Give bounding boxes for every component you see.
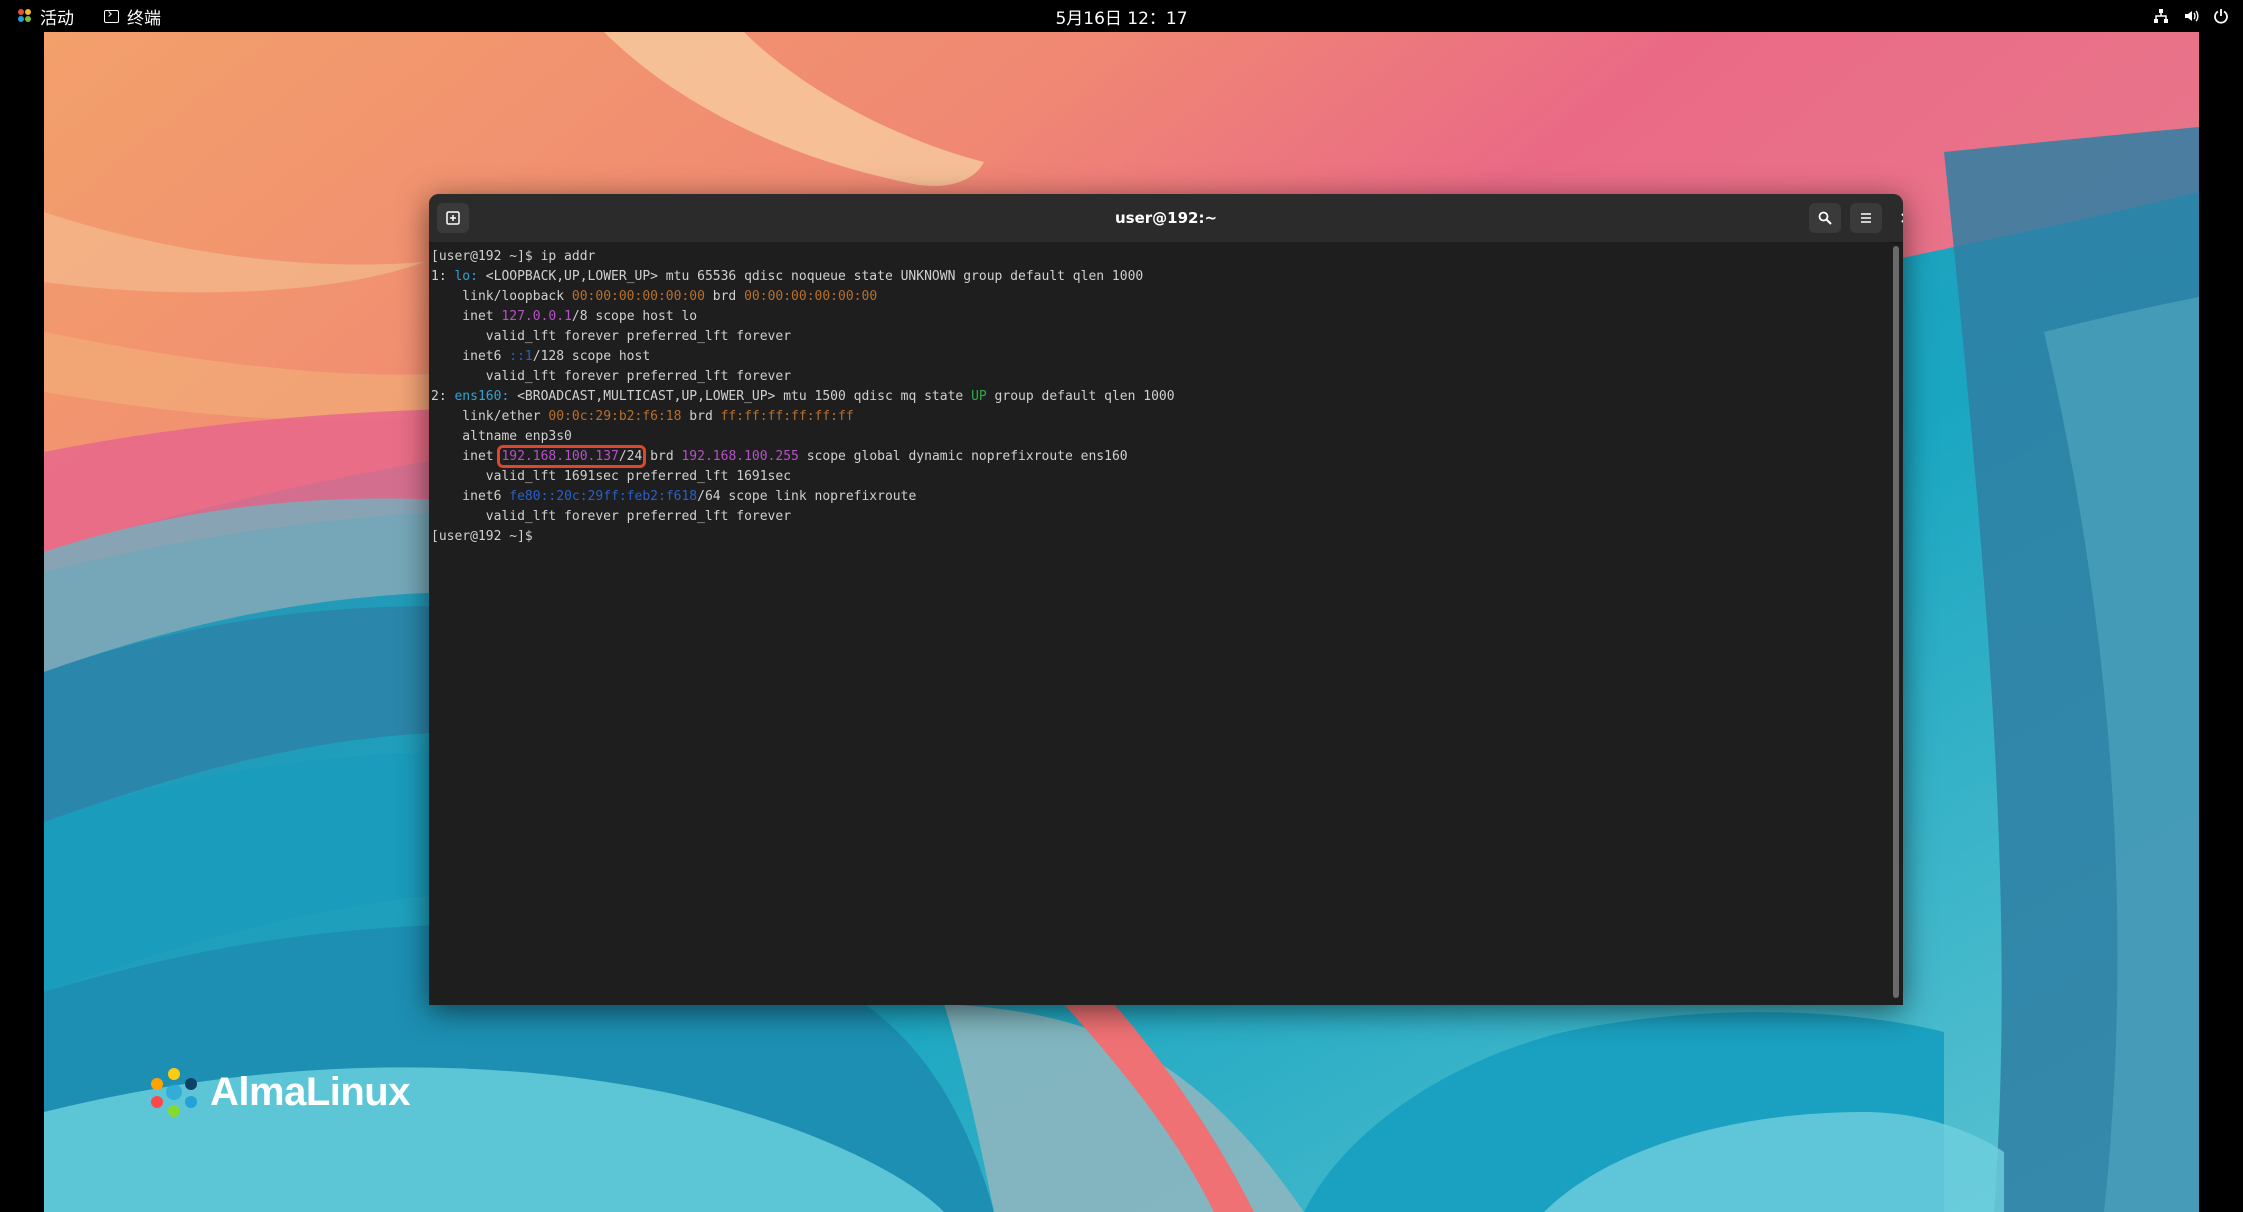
- terminal-line: 2: ens160: <BROADCAST,MULTICAST,UP,LOWER…: [431, 387, 1889, 407]
- search-button[interactable]: [1809, 203, 1841, 233]
- terminal-line: valid_lft forever preferred_lft forever: [431, 507, 1889, 527]
- terminal-text-segment: inet: [431, 309, 502, 324]
- volume-icon[interactable]: [2183, 8, 2199, 24]
- almalinux-logo-icon: [151, 1068, 197, 1117]
- terminal-output[interactable]: [user@192 ~]$ ip addr 1: lo: <LOOPBACK,UP…: [429, 242, 1889, 1005]
- terminal-text-segment: inet6: [431, 489, 510, 504]
- terminal-line: [user@192 ~]$ ip addr: [431, 247, 1889, 267]
- clock-container: 5月16日 12：17: [0, 0, 2243, 32]
- close-button[interactable]: [1891, 203, 1903, 233]
- terminal-text-segment: lo:: [454, 269, 478, 284]
- terminal-text-segment: valid_lft forever preferred_lft forever: [431, 509, 792, 524]
- almalinux-activities-icon: [18, 9, 32, 23]
- terminal-titlebar[interactable]: user@192:~: [429, 194, 1903, 243]
- terminal-text-segment: group default qlen 1000: [986, 389, 1175, 404]
- terminal-line: [user@192 ~]$: [431, 527, 1889, 547]
- hamburger-menu-icon: [1861, 213, 1871, 223]
- terminal-text-segment: altname enp3s0: [431, 429, 572, 444]
- terminal-line: valid_lft forever preferred_lft forever: [431, 367, 1889, 387]
- window-title-container: user@192:~: [429, 194, 1903, 242]
- terminal-text-segment: valid_lft forever preferred_lft forever: [431, 329, 792, 344]
- menu-button[interactable]: [1850, 203, 1882, 233]
- terminal-line: inet6 ::1/128 scope host: [431, 347, 1889, 367]
- terminal-text-segment: 127.0.0.1: [501, 309, 572, 324]
- close-icon: [1901, 213, 1903, 223]
- system-tray[interactable]: [2153, 0, 2229, 32]
- terminal-text-segment: 1:: [431, 269, 455, 284]
- terminal-text-segment: 2:: [431, 389, 455, 404]
- terminal-line: inet 192.168.100.137/24 brd 192.168.100.…: [431, 445, 1889, 468]
- terminal-text-segment: 00:0c:29:b2:f6:18: [548, 409, 682, 424]
- terminal-text-segment: 00:00:00:00:00:00: [571, 289, 705, 304]
- terminal-text-segment: /64 scope link noprefixroute: [697, 489, 917, 504]
- terminal-text-segment: <LOOPBACK,UP,LOWER_UP> mtu 65536 qdisc n…: [477, 269, 1144, 284]
- terminal-text-segment: link/ether: [431, 409, 549, 424]
- power-icon[interactable]: [2213, 8, 2229, 24]
- activities-label: 活动: [40, 8, 74, 29]
- app-menu-terminal[interactable]: 终端: [104, 0, 161, 32]
- terminal-text-segment: brd: [642, 449, 682, 464]
- terminal-text-segment: valid_lft forever preferred_lft forever: [431, 369, 792, 384]
- terminal-text-segment: 192.168.100.137: [501, 449, 619, 464]
- terminal-line: link/loopback 00:00:00:00:00:00 brd 00:0…: [431, 287, 1889, 307]
- terminal-text-segment: /128 scope host: [532, 349, 651, 364]
- terminal-text-segment: link/loopback: [431, 289, 572, 304]
- desktop-background: AlmaLinux user@192:~ [user@192 ~]$ ip ad…: [44, 32, 2199, 1212]
- terminal-text-segment: inet6: [431, 349, 510, 364]
- top-bar: 活动 终端 5月16日 12：17: [0, 0, 2243, 32]
- terminal-text-segment: ff:ff:ff:ff:ff:ff: [720, 409, 854, 424]
- terminal-text-segment: scope global dynamic noprefixroute ens16…: [798, 449, 1128, 464]
- terminal-line: inet 127.0.0.1/8 scope host lo: [431, 307, 1889, 327]
- terminal-text-segment: [user@192 ~]$ ip addr: [431, 249, 596, 264]
- terminal-text-segment: 00:00:00:00:00:00: [744, 289, 878, 304]
- almalinux-logo: AlmaLinux: [146, 1064, 410, 1120]
- ip-address-highlight-box: 192.168.100.137/24: [497, 445, 647, 468]
- terminal-text-segment: [user@192 ~]$: [431, 529, 541, 544]
- terminal-text-segment: brd: [681, 409, 721, 424]
- terminal-text-segment: inet: [431, 449, 502, 464]
- terminal-line: altname enp3s0: [431, 427, 1889, 447]
- terminal-text-segment: /8 scope host lo: [571, 309, 698, 324]
- terminal-text-segment: brd: [704, 289, 745, 304]
- terminal-text-segment: ens160:: [454, 389, 510, 404]
- search-icon: [1818, 211, 1832, 225]
- terminal-text-segment: valid_lft 1691sec preferred_lft 1691sec: [431, 469, 792, 484]
- terminal-window[interactable]: user@192:~ [user@192 ~]$ ip addr 1: lo: <…: [429, 194, 1903, 1005]
- terminal-text-segment: <BROADCAST,MULTICAST,UP,LOWER_UP> mtu 15…: [509, 389, 972, 404]
- terminal-text-segment: fe80::20c:29ff:feb2:f618: [509, 489, 698, 504]
- activities-button[interactable]: 活动: [18, 0, 74, 32]
- terminal-text-segment: /24: [618, 449, 643, 464]
- app-menu-label: 终端: [127, 8, 161, 29]
- terminal-text-segment: ::1: [509, 349, 533, 364]
- clock-button[interactable]: 5月16日 12：17: [1055, 4, 1187, 29]
- terminal-app-icon: [104, 9, 119, 23]
- window-title: user@192:~: [1114, 209, 1218, 227]
- terminal-line: link/ether 00:0c:29:b2:f6:18 brd ff:ff:f…: [431, 407, 1889, 427]
- terminal-line: 1: lo: <LOOPBACK,UP,LOWER_UP> mtu 65536 …: [431, 267, 1889, 287]
- terminal-line: inet6 fe80::20c:29ff:feb2:f618/64 scope …: [431, 487, 1889, 507]
- terminal-line: valid_lft forever preferred_lft forever: [431, 327, 1889, 347]
- network-icon[interactable]: [2153, 8, 2169, 24]
- terminal-scrollbar[interactable]: [1893, 246, 1899, 998]
- terminal-text-segment: 192.168.100.255: [681, 449, 799, 464]
- almalinux-logo-text: AlmaLinux: [210, 1069, 410, 1114]
- terminal-text-segment: UP: [971, 389, 987, 404]
- terminal-line: valid_lft 1691sec preferred_lft 1691sec: [431, 467, 1889, 487]
